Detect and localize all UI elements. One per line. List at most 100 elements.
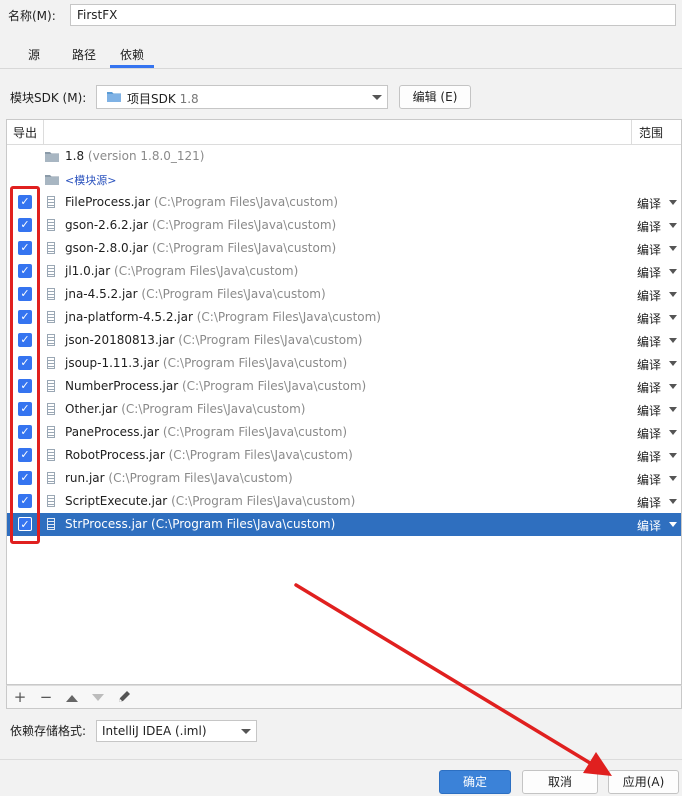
table-row[interactable]: ✓ gson-2.8.0.jar (C:\Program Files\Java\c… [7,237,681,260]
chevron-down-icon [669,200,677,205]
tab-dependencies[interactable]: 依赖 [110,44,154,68]
edit-sdk-button[interactable]: 编辑 (E) [399,85,471,109]
column-header-scope[interactable]: 范围 [639,124,663,141]
table-row[interactable]: ✓ run.jar (C:\Program Files\Java\custom) 编… [7,467,681,490]
name-label: 名称(M): [8,9,56,23]
table-row[interactable]: ✓ gson-2.6.2.jar (C:\Program Files\Java\c… [7,214,681,237]
jar-name: gson-2.8.0.jar [65,241,149,255]
scope-dropdown[interactable]: 编译 [637,333,661,350]
cancel-button[interactable]: 取消 [522,770,598,794]
jar-library-icon [47,426,55,438]
sdk-row[interactable]: 1.8 (version 1.8.0_121) [7,145,681,168]
column-header-export[interactable]: 导出 [13,124,37,141]
module-sdk-dropdown[interactable]: 项目SDK 1.8 [96,85,388,109]
scope-dropdown[interactable]: 编译 [637,379,661,396]
jar-path: (C:\Program Files\Java\custom) [168,448,353,462]
jar-name: json-20180813.jar [65,333,175,347]
table-row[interactable]: ✓ Other.jar (C:\Program Files\Java\custom… [7,398,681,421]
jar-library-icon [47,380,55,392]
jar-library-icon [47,265,55,277]
chevron-down-icon [669,499,677,504]
jar-name: run.jar [65,471,105,485]
scope-dropdown[interactable]: 编译 [637,195,661,212]
move-up-icon[interactable] [63,688,81,706]
scope-dropdown[interactable]: 编译 [637,402,661,419]
table-row[interactable]: ✓ RobotProcess.jar (C:\Program Files\Java… [7,444,681,467]
jar-path: (C:\Program Files\Java\custom) [153,195,339,209]
apply-button[interactable]: 应用(A) [608,770,679,794]
minus-icon[interactable]: − [37,688,55,706]
jar-path: (C:\Program Files\Java\custom) [151,218,337,232]
jar-library-icon [47,449,55,461]
move-down-icon[interactable] [89,688,107,706]
sdk-entry-detail: (version 1.8.0_121) [87,149,205,163]
highlight-annotation-box [10,186,40,544]
plus-icon[interactable]: + [11,688,29,706]
edit-pencil-icon[interactable] [115,688,133,706]
table-row[interactable]: ✓ FileProcess.jar (C:\Program Files\Java\… [7,191,681,214]
scope-dropdown[interactable]: 编译 [637,287,661,304]
scope-dropdown[interactable]: 编译 [637,425,661,442]
chevron-down-icon [669,246,677,251]
scope-dropdown[interactable]: 编译 [637,241,661,258]
scope-dropdown[interactable]: 编译 [637,356,661,373]
chevron-down-icon [669,407,677,412]
jar-path: (C:\Program Files\Java\custom) [151,241,337,255]
jar-path: (C:\Program Files\Java\custom) [171,494,356,508]
jar-library-icon [47,334,55,346]
dependencies-table: 导出 范围 1.8 (version 1.8.0_121) <模块源> ✓ Fil… [6,119,682,685]
module-source-row[interactable]: <模块源> [7,168,681,191]
jar-library-icon [47,311,55,323]
jar-name: jl1.0.jar [65,264,111,278]
chevron-down-icon [669,384,677,389]
chevron-down-icon [669,292,677,297]
jar-name: jsoup-1.11.3.jar [65,356,160,370]
table-row[interactable]: ✓ jna-platform-4.5.2.jar (C:\Program File… [7,306,681,329]
jar-library-icon [47,196,55,208]
table-row[interactable]: ✓ PaneProcess.jar (C:\Program Files\Java\… [7,421,681,444]
scope-dropdown[interactable]: 编译 [637,218,661,235]
storage-format-dropdown[interactable]: IntelliJ IDEA (.iml) [96,720,257,742]
table-row[interactable]: ✓ json-20180813.jar (C:\Program Files\Jav… [7,329,681,352]
tab-paths[interactable]: 路径 [62,44,106,68]
table-header: 导出 范围 [7,120,681,145]
tab-sources[interactable]: 源 [20,44,48,68]
chevron-down-icon [669,430,677,435]
jar-library-icon [47,518,55,530]
module-name-input[interactable]: FirstFX [70,4,676,26]
footer-divider [0,759,682,760]
jar-name: gson-2.6.2.jar [65,218,149,232]
sdk-selected-version: 1.8 [179,92,199,106]
jar-path: (C:\Program Files\Java\custom) [196,310,381,324]
scope-dropdown[interactable]: 编译 [637,264,661,281]
storage-format-label: 依赖存储格式: [10,724,87,738]
scope-dropdown[interactable]: 编译 [637,494,661,511]
jar-library-icon [47,288,55,300]
scope-dropdown[interactable]: 编译 [637,471,661,488]
jar-library-icon [47,242,55,254]
chevron-down-icon [669,361,677,366]
jar-name: Other.jar [65,402,118,416]
jar-name: StrProcess.jar [65,517,148,531]
sdk-selected-name: 项目SDK [127,92,176,106]
table-row[interactable]: ✓ jsoup-1.11.3.jar (C:\Program Files\Java… [7,352,681,375]
chevron-down-icon [669,522,677,527]
module-sdk-label: 模块SDK (M): [10,91,87,105]
chevron-down-icon [669,223,677,228]
ok-button[interactable]: 确定 [439,770,511,794]
table-row[interactable]: ✓ ScriptExecute.jar (C:\Program Files\Jav… [7,490,681,513]
jar-name: PaneProcess.jar [65,425,159,439]
jar-name: jna-4.5.2.jar [65,287,138,301]
jar-library-icon [47,403,55,415]
scope-dropdown[interactable]: 编译 [637,310,661,327]
scope-dropdown[interactable]: 编译 [637,517,661,534]
scope-dropdown[interactable]: 编译 [637,448,661,465]
table-row[interactable]: ✓ NumberProcess.jar (C:\Program Files\Jav… [7,375,681,398]
chevron-down-icon [669,338,677,343]
jar-name: RobotProcess.jar [65,448,165,462]
table-row[interactable]: ✓ jna-4.5.2.jar (C:\Program Files\Java\cu… [7,283,681,306]
chevron-down-icon [669,476,677,481]
table-row[interactable]: ✓ StrProcess.jar (C:\Program Files\Java\c… [7,513,681,536]
table-row[interactable]: ✓ jl1.0.jar (C:\Program Files\Java\custom… [7,260,681,283]
jar-name: jna-platform-4.5.2.jar [65,310,193,324]
